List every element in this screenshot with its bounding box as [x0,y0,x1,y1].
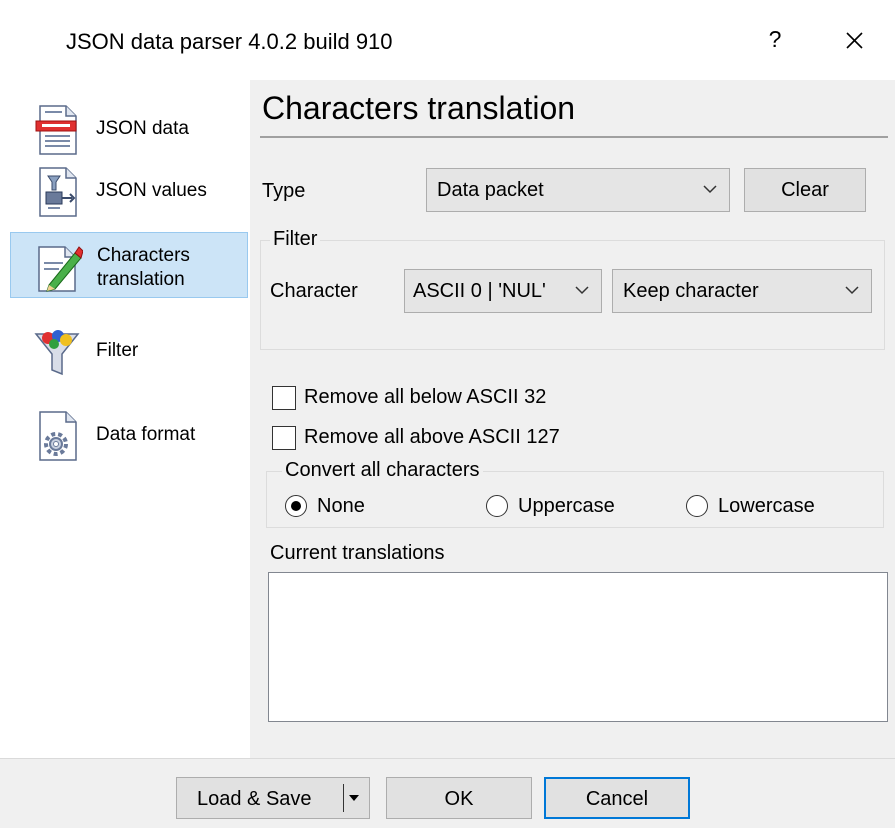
current-translations-label: Current translations [270,542,445,564]
sidebar-item-label: Data format [96,424,196,445]
sidebar-item-filter[interactable]: Filter [14,318,248,384]
document-gear-icon [39,411,77,461]
type-dropdown-value: Data packet [437,179,544,201]
funnel-icon [34,330,80,376]
filter-group-title: Filter [270,228,321,251]
close-button[interactable] [834,20,874,60]
split-divider [343,784,344,812]
window-title: JSON data parser 4.0.2 build 910 [66,29,393,54]
close-icon [846,32,863,49]
radio-lowercase[interactable] [686,495,708,517]
footer-divider [0,758,895,759]
radio-selected-dot [291,501,301,511]
help-button[interactable]: ? [760,26,790,56]
character-action-dropdown[interactable]: Keep character [612,269,872,313]
radio-uppercase[interactable] [486,495,508,517]
sidebar-item-characters-translation[interactable]: Characters translation [10,232,248,298]
sidebar-item-json-data[interactable]: JSON data [14,96,248,162]
ok-button[interactable]: OK [386,777,532,819]
chevron-down-icon [845,286,859,295]
remove-above-label: Remove all above ASCII 127 [304,426,560,448]
character-label: Character [270,280,358,302]
document-filter-icon [39,167,77,217]
radio-uppercase-label: Uppercase [518,495,615,517]
remove-below-checkbox[interactable] [272,386,296,410]
title-divider [260,136,888,138]
sidebar-item-data-format[interactable]: Data format [14,402,248,468]
character-dropdown-value: ASCII 0 | 'NUL' [413,280,546,302]
title-bar: JSON data parser 4.0.2 build 910 ? [0,0,895,80]
radio-lowercase-label: Lowercase [718,495,815,517]
translations-list[interactable] [268,572,888,722]
remove-above-checkbox[interactable] [272,426,296,450]
radio-none[interactable] [285,495,307,517]
sidebar-item-label: JSON data [96,118,189,139]
sidebar-item-label-line2: translation [97,269,185,290]
document-pencil-icon [38,246,83,292]
chevron-down-icon [703,185,717,194]
remove-below-label: Remove all below ASCII 32 [304,386,547,408]
cancel-button[interactable]: Cancel [544,777,690,819]
load-save-label: Load & Save [197,788,312,810]
load-save-split-button[interactable]: Load & Save [176,777,370,819]
sidebar-item-json-values[interactable]: JSON values [14,158,248,224]
page-title: Characters translation [262,90,576,126]
character-dropdown[interactable]: ASCII 0 | 'NUL' [404,269,602,313]
clear-button[interactable]: Clear [744,168,866,212]
dropdown-arrow-icon[interactable] [348,794,360,802]
type-dropdown[interactable]: Data packet [426,168,730,212]
sidebar: JSON data JSON values Characters transla… [0,80,250,758]
type-label: Type [262,180,306,202]
document-icon [35,105,77,155]
convert-group-title: Convert all characters [282,459,483,482]
character-action-value: Keep character [623,280,759,302]
radio-none-label: None [317,495,365,517]
sidebar-item-label: Filter [96,340,139,361]
sidebar-item-label: Characters [97,245,190,266]
sidebar-item-label: JSON values [96,180,207,201]
chevron-down-icon [575,286,589,295]
